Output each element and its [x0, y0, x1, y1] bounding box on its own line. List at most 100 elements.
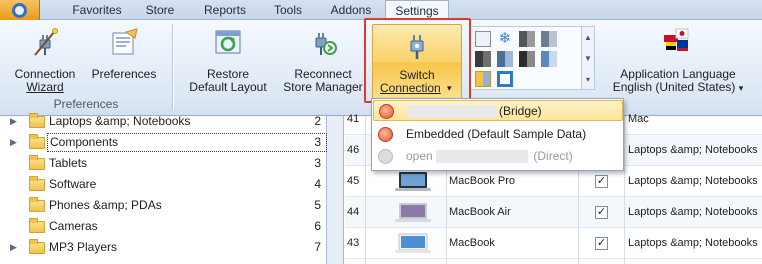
tree-row[interactable]: Tablets 3 — [0, 153, 327, 174]
application-language-button[interactable]: Application Language English (United Sta… — [604, 26, 752, 96]
product-id-cell: 45 — [347, 175, 360, 187]
restore-layout-label-2: Default Layout — [189, 80, 267, 94]
table-row[interactable]: 43 MacBook ✓ Laptops &amp; Notebooks — [345, 228, 762, 259]
tree-row-label: Phones &amp; PDAs — [49, 198, 162, 212]
preferences-icon — [112, 28, 138, 55]
switch-connection-label-2: Connection — [380, 81, 441, 95]
product-name-cell: MacBook — [449, 237, 495, 249]
product-thumbnail-icon — [395, 233, 431, 253]
menu-item-direct-connection[interactable]: open (Direct) — [373, 146, 623, 167]
app-language-label-2: English (United States) ▾ — [604, 81, 752, 95]
expand-arrow-icon[interactable]: ▶ — [10, 237, 17, 258]
preferences-label: Preferences — [91, 67, 157, 81]
menu-item-label: Embedded (Default Sample Data) — [406, 127, 587, 141]
ribbon-separator — [172, 24, 173, 110]
menu-item-bridge-connection[interactable]: (Bridge) — [373, 100, 623, 121]
tree-row[interactable]: Cameras 6 — [0, 216, 327, 237]
reconnect-store-manager-button[interactable]: Reconnect Store Manager — [280, 26, 366, 96]
reconnect-label-2: Store Manager — [283, 80, 363, 94]
connection-wizard-icon — [34, 28, 58, 56]
tree-row-label: MP3 Players — [49, 240, 118, 254]
skin-swatch-icon[interactable] — [541, 31, 557, 47]
connection-icon — [378, 149, 393, 164]
tab-addons[interactable]: Addons — [320, 0, 382, 20]
expand-arrow-icon[interactable]: ▶ — [10, 111, 17, 132]
skin-swatch-icon[interactable] — [519, 51, 535, 67]
ribbon-tab-strip: Favorites Store Reports Tools Addons Set… — [0, 0, 762, 21]
tree-row-label: Components — [47, 133, 327, 152]
enabled-checkbox[interactable]: ✓ — [595, 175, 608, 188]
tree-row-label: Software — [49, 177, 97, 191]
tab-settings[interactable]: Settings — [385, 0, 449, 21]
category-tree: ▶ Laptops &amp; Notebooks 2 ▶ Components… — [0, 113, 327, 264]
folder-icon — [29, 176, 45, 191]
skin-swatch-icon[interactable] — [519, 31, 535, 47]
preferences-button[interactable]: Preferences — [88, 26, 160, 96]
menu-item-suffix: (Bridge) — [499, 104, 542, 118]
office-icon[interactable] — [497, 71, 513, 87]
menu-item-label: (Bridge) — [407, 101, 542, 122]
tree-row-count: 2 — [314, 114, 321, 128]
grid-column-divider — [365, 116, 366, 264]
gallery-scroller[interactable]: ▲ ▼ ▾ — [582, 26, 595, 90]
tree-row[interactable]: Phones &amp; PDAs 5 — [0, 195, 327, 216]
skin-swatch-icon[interactable] — [475, 51, 491, 67]
redacted-text — [407, 105, 497, 119]
connection-icon — [378, 127, 393, 142]
table-row[interactable]: 44 MacBook Air ✓ Laptops &amp; Notebooks — [345, 197, 762, 228]
tree-row[interactable]: Software 4 — [0, 174, 327, 195]
chevron-down-icon: ▾ — [447, 83, 452, 93]
app-logo-icon — [12, 3, 27, 18]
tab-tools[interactable]: Tools — [265, 0, 311, 20]
product-id-cell: 43 — [347, 237, 360, 249]
tab-favorites[interactable]: Favorites — [62, 0, 132, 20]
restore-layout-icon — [215, 30, 241, 54]
tree-scrollbar[interactable] — [327, 116, 344, 264]
tree-row-count: 3 — [314, 135, 321, 149]
tree-row-count: 4 — [314, 177, 321, 191]
app-menu-button[interactable] — [0, 0, 40, 20]
skin-swatch-icon[interactable] — [497, 51, 513, 67]
enabled-checkbox[interactable]: ✓ — [595, 206, 608, 219]
snowflake-icon[interactable]: ❄ — [497, 31, 513, 47]
tab-store[interactable]: Store — [135, 0, 185, 20]
grid-column-divider — [624, 116, 625, 264]
menu-item-prefix: open — [406, 149, 433, 163]
switch-connection-button[interactable]: Switch Connection ▾ — [372, 24, 462, 100]
folder-icon — [29, 197, 45, 212]
menu-item-embedded-sample-data[interactable]: Embedded (Default Sample Data) — [373, 124, 623, 145]
tree-row-label: Tablets — [49, 156, 88, 170]
tree-row-count: 3 — [314, 156, 321, 170]
reconnect-icon — [315, 33, 337, 55]
folder-icon — [29, 218, 45, 233]
product-id-cell: 44 — [347, 206, 360, 218]
connection-wizard-button[interactable]: Connection Wizard — [8, 26, 82, 96]
menu-item-suffix: (Direct) — [533, 149, 573, 163]
preferences-group-label: Preferences — [53, 97, 119, 111]
product-id-cell: 41 — [347, 113, 360, 125]
skin-swatch-icon[interactable] — [541, 51, 557, 67]
folder-icon — [29, 134, 45, 149]
tab-reports[interactable]: Reports — [192, 0, 258, 20]
app-language-value: English (United States) — [612, 80, 736, 94]
tree-row-count: 7 — [314, 240, 321, 254]
enabled-checkbox[interactable]: ✓ — [595, 237, 608, 250]
folder-icon — [29, 155, 45, 170]
redacted-text — [436, 150, 529, 164]
expand-arrow-icon[interactable]: ▶ — [10, 132, 17, 153]
skin-swatch-icon[interactable] — [475, 71, 491, 87]
tree-row-label: Cameras — [49, 219, 98, 233]
connection-icon — [379, 104, 394, 119]
plug-icon — [410, 35, 424, 59]
folder-icon — [29, 239, 45, 254]
tree-row[interactable]: ▶ Components 3 — [0, 132, 327, 153]
restore-default-layout-button[interactable]: Restore Default Layout — [182, 26, 274, 96]
skin-gallery[interactable]: ❄ — [470, 26, 582, 90]
tree-row[interactable]: ▶ MP3 Players 7 — [0, 237, 327, 258]
tree-row[interactable]: ▶ Laptops &amp; Notebooks 2 — [0, 111, 327, 132]
chevron-down-icon: ▾ — [738, 83, 744, 93]
folder-icon — [29, 113, 45, 128]
connection-wizard-label-2: Wizard — [26, 80, 64, 94]
product-category-cell: Laptops &amp; Notebooks — [628, 175, 758, 187]
skin-swatch-icon[interactable] — [475, 31, 491, 47]
